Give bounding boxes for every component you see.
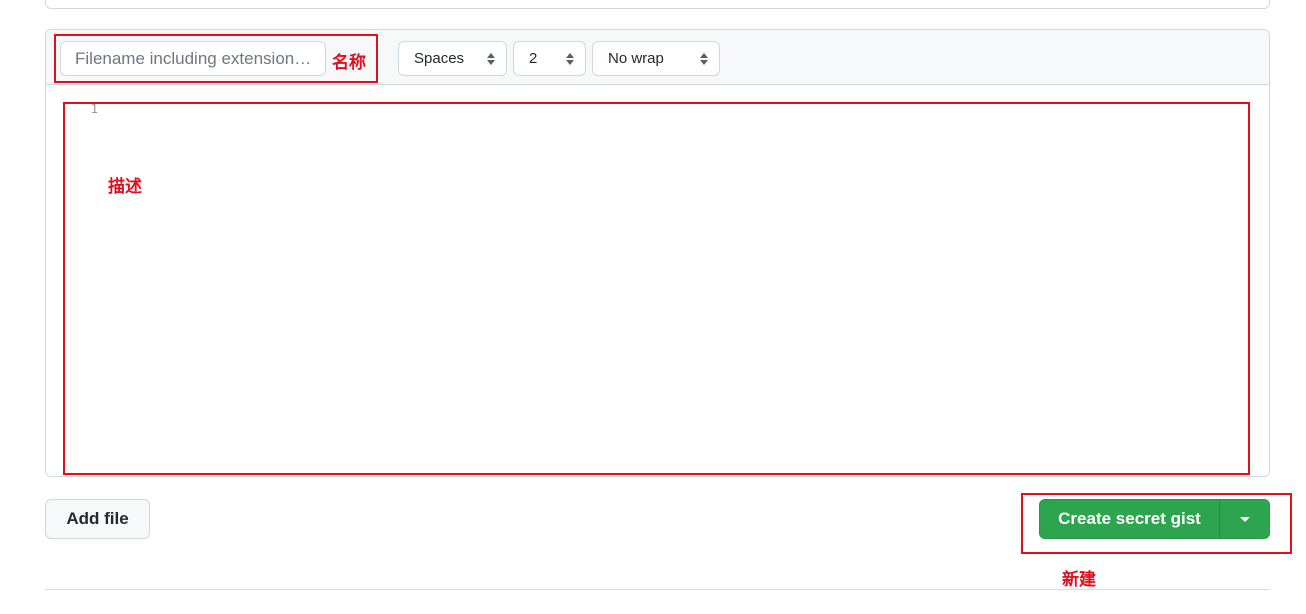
- filename-input[interactable]: [60, 41, 326, 76]
- up-down-caret-icon: [480, 52, 502, 65]
- file-header: Spaces 2 No wrap: [46, 30, 1269, 85]
- code-editor-input[interactable]: [108, 97, 1259, 468]
- code-editor: 1: [46, 85, 1269, 476]
- create-secret-gist-button[interactable]: Create secret gist: [1040, 500, 1219, 538]
- name-annotation-label: 名称: [332, 53, 366, 73]
- add-file-button[interactable]: Add file: [45, 499, 150, 539]
- indent-size-value: 2: [529, 50, 538, 67]
- previous-section-box: [45, 0, 1270, 9]
- create-gist-button-group: Create secret gist: [1039, 499, 1270, 539]
- gist-file-box: Spaces 2 No wrap 1: [45, 29, 1270, 477]
- bottom-divider: [45, 589, 1270, 590]
- line-number: 1: [90, 102, 98, 116]
- create-annotation-label: 新建: [1062, 570, 1096, 590]
- up-down-caret-icon: [693, 52, 715, 65]
- description-annotation-label: 描述: [108, 177, 142, 197]
- wrap-mode-select[interactable]: No wrap: [592, 41, 720, 76]
- indent-mode-value: Spaces: [414, 50, 465, 67]
- up-down-caret-icon: [559, 52, 581, 65]
- indent-size-select[interactable]: 2: [513, 41, 586, 76]
- indent-mode-select[interactable]: Spaces: [398, 41, 507, 76]
- create-options-dropdown-button[interactable]: [1219, 500, 1269, 538]
- triangle-down-icon: [1239, 516, 1250, 522]
- wrap-mode-value: No wrap: [608, 50, 664, 67]
